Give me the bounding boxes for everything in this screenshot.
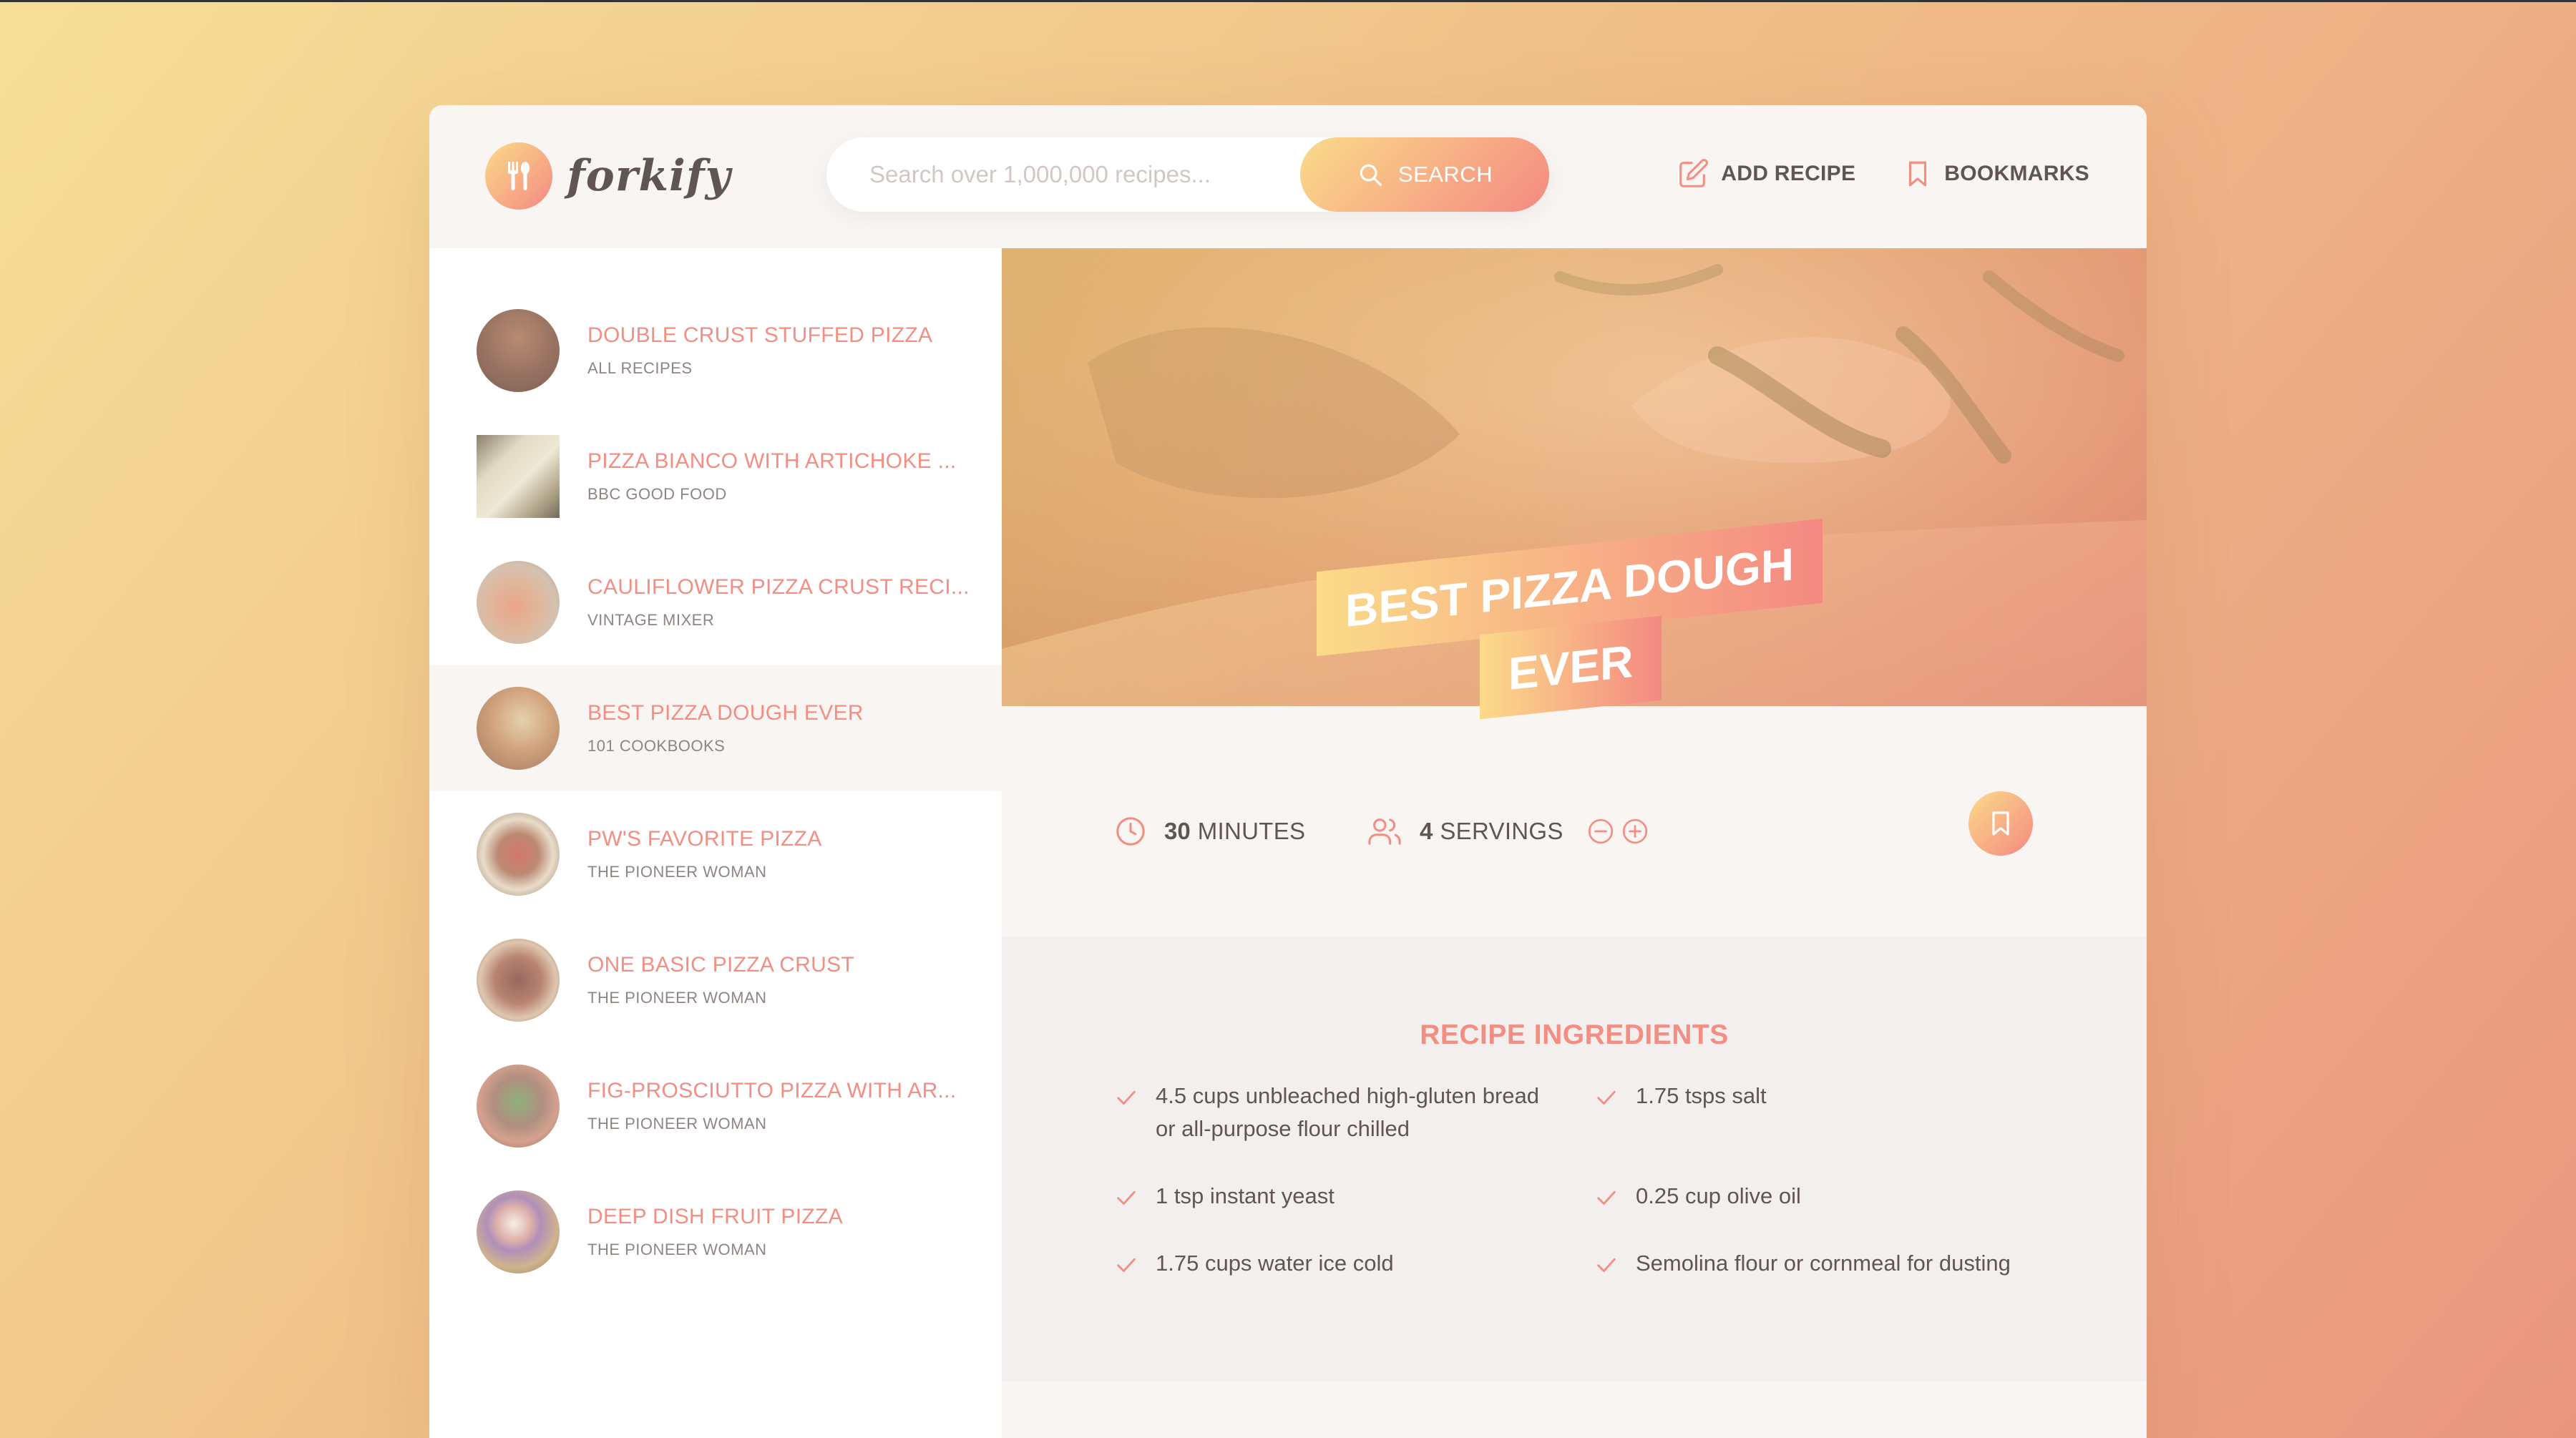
ingredient-text: Semolina flour or cornmeal for dusting bbox=[1636, 1251, 2011, 1276]
result-title: PIZZA BIANCO WITH ARTICHOKE ... bbox=[587, 449, 957, 473]
recipe-thumbnail bbox=[477, 939, 560, 1022]
search-button-label: SEARCH bbox=[1397, 162, 1493, 187]
ingredient-item: 0.25 cup olive oil bbox=[1594, 1180, 2022, 1213]
recipe-thumbnail bbox=[477, 561, 560, 644]
result-publisher: THE PIONEER WOMAN bbox=[587, 863, 767, 881]
top-border bbox=[0, 0, 2576, 2]
recipe-thumbnail bbox=[477, 1190, 560, 1273]
recipe-thumbnail bbox=[477, 435, 560, 518]
add-recipe-label: ADD RECIPE bbox=[1721, 162, 1856, 185]
edit-icon bbox=[1677, 157, 1709, 190]
result-title: BEST PIZZA DOUGH EVER bbox=[587, 701, 864, 725]
result-title: DEEP DISH FRUIT PIZZA bbox=[587, 1205, 843, 1228]
bookmarks-button[interactable]: BOOKMARKS bbox=[1903, 157, 2089, 190]
fork-spoon-icon bbox=[485, 142, 552, 210]
cooking-time: 30 MINUTES bbox=[1114, 815, 1305, 848]
check-icon bbox=[1114, 1253, 1138, 1277]
app-container: forkify SEARCH bbox=[429, 105, 2147, 1438]
logo[interactable]: forkify bbox=[485, 142, 731, 210]
result-publisher: ALL RECIPES bbox=[587, 359, 693, 377]
result-item[interactable]: CAULIFLOWER PIZZA CRUST RECI... VINTAGE … bbox=[429, 539, 1002, 665]
ingredient-item: 4.5 cups unbleached high-gluten bread or… bbox=[1114, 1080, 1542, 1145]
recipe-thumbnail bbox=[477, 813, 560, 896]
check-icon bbox=[1594, 1253, 1619, 1277]
ingredients-heading: RECIPE INGREDIENTS bbox=[1420, 1019, 1729, 1050]
search-results: DOUBLE CRUST STUFFED PIZZA ALL RECIPES P… bbox=[429, 248, 1002, 1438]
cooking-time-unit: MINUTES bbox=[1197, 818, 1306, 844]
result-item[interactable]: DEEP DISH FRUIT PIZZA THE PIONEER WOMAN bbox=[429, 1169, 1002, 1295]
bookmark-icon bbox=[1986, 808, 2015, 838]
result-publisher: 101 COOKBOOKS bbox=[587, 737, 726, 755]
plus-circle-icon[interactable] bbox=[1621, 817, 1649, 846]
result-publisher: THE PIONEER WOMAN bbox=[587, 1241, 767, 1258]
search-button[interactable]: SEARCH bbox=[1300, 137, 1549, 212]
ingredient-text: 1.75 tsps salt bbox=[1636, 1083, 1767, 1108]
result-publisher: THE PIONEER WOMAN bbox=[587, 1115, 767, 1133]
result-item[interactable]: PIZZA BIANCO WITH ARTICHOKE ... BBC GOOD… bbox=[429, 414, 1002, 539]
search-form: SEARCH bbox=[826, 137, 1549, 212]
result-title: DOUBLE CRUST STUFFED PIZZA bbox=[587, 323, 933, 347]
bookmark-recipe-button[interactable] bbox=[1968, 791, 2033, 856]
ingredient-item: Semolina flour or cornmeal for dusting bbox=[1594, 1247, 2022, 1280]
search-input[interactable] bbox=[869, 137, 1270, 212]
result-publisher: VINTAGE MIXER bbox=[587, 611, 715, 629]
servings: 4 SERVINGS bbox=[1367, 815, 1655, 848]
cooking-time-value: 30 bbox=[1164, 818, 1191, 844]
check-icon bbox=[1594, 1185, 1619, 1210]
result-publisher: BBC GOOD FOOD bbox=[587, 485, 727, 503]
recipe-details: 30 MINUTES 4 SERVINGS bbox=[1002, 706, 2147, 936]
bookmark-icon bbox=[1903, 157, 1933, 190]
top-nav: ADD RECIPE BOOKMARKS bbox=[1629, 157, 2089, 190]
servings-controls bbox=[1586, 817, 1655, 846]
ingredient-text: 4.5 cups unbleached high-gluten bread or… bbox=[1156, 1083, 1540, 1141]
ingredient-text: 0.25 cup olive oil bbox=[1636, 1183, 1801, 1208]
recipe-thumbnail bbox=[477, 309, 560, 392]
result-item[interactable]: PW'S FAVORITE PIZZA THE PIONEER WOMAN bbox=[429, 791, 1002, 917]
check-icon bbox=[1114, 1185, 1138, 1210]
result-item[interactable]: ONE BASIC PIZZA CRUST THE PIONEER WOMAN bbox=[429, 917, 1002, 1043]
ingredient-text: 1.75 cups water ice cold bbox=[1156, 1251, 1394, 1276]
result-title: CAULIFLOWER PIZZA CRUST RECI... bbox=[587, 575, 970, 599]
logo-text: forkify bbox=[567, 151, 731, 201]
result-item[interactable]: DOUBLE CRUST STUFFED PIZZA ALL RECIPES bbox=[429, 288, 1002, 414]
servings-value: 4 bbox=[1420, 818, 1433, 844]
check-icon bbox=[1594, 1085, 1619, 1110]
recipe-thumbnail bbox=[477, 687, 560, 770]
result-item-active[interactable]: BEST PIZZA DOUGH EVER 101 COOKBOOKS bbox=[429, 665, 1002, 791]
result-publisher: THE PIONEER WOMAN bbox=[587, 989, 767, 1007]
users-icon bbox=[1367, 815, 1402, 848]
ingredient-item: 1.75 cups water ice cold bbox=[1114, 1247, 1542, 1280]
clock-icon bbox=[1114, 815, 1147, 848]
ingredient-text: 1 tsp instant yeast bbox=[1156, 1183, 1335, 1208]
ingredient-item: 1 tsp instant yeast bbox=[1114, 1180, 1542, 1213]
minus-circle-icon[interactable] bbox=[1586, 817, 1615, 846]
check-icon bbox=[1114, 1085, 1138, 1110]
add-recipe-button[interactable]: ADD RECIPE bbox=[1677, 157, 1855, 190]
recipe-view: BEST PIZZA DOUGH EVER 30 MINUTES 4 SERVI… bbox=[1002, 248, 2147, 1438]
ingredient-item: 1.75 tsps salt bbox=[1594, 1080, 2022, 1112]
servings-unit: SERVINGS bbox=[1440, 818, 1563, 844]
bookmarks-label: BOOKMARKS bbox=[1944, 162, 2089, 185]
header: forkify SEARCH bbox=[429, 105, 2147, 248]
search-icon bbox=[1357, 161, 1384, 188]
recipe-ingredients: RECIPE INGREDIENTS 4.5 cups unbleached h… bbox=[1002, 936, 2147, 1381]
result-title: FIG-PROSCIUTTO PIZZA WITH AR... bbox=[587, 1079, 957, 1102]
recipe-thumbnail bbox=[477, 1065, 560, 1148]
result-title: ONE BASIC PIZZA CRUST bbox=[587, 953, 855, 977]
result-title: PW'S FAVORITE PIZZA bbox=[587, 827, 822, 851]
result-item[interactable]: FIG-PROSCIUTTO PIZZA WITH AR... THE PION… bbox=[429, 1043, 1002, 1169]
